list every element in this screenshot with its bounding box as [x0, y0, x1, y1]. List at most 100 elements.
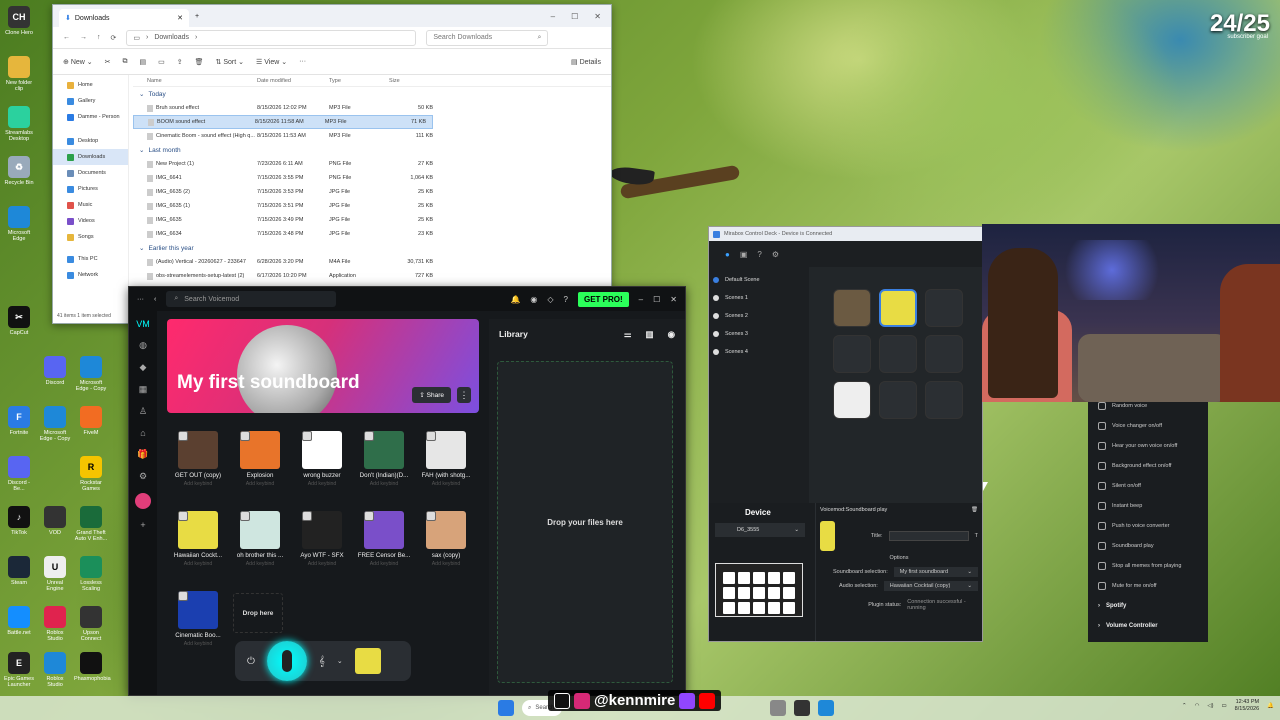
- get-pro-button[interactable]: GET PRO!: [578, 291, 629, 307]
- search-input[interactable]: Search Downloads ⌕: [426, 29, 549, 46]
- key-empty[interactable]: [879, 335, 917, 373]
- microphone-button[interactable]: [266, 641, 307, 681]
- app-icon[interactable]: [818, 700, 834, 716]
- details-button[interactable]: ▤ Details: [571, 58, 601, 66]
- scene-item[interactable]: Scenes 4: [709, 343, 809, 361]
- app-icon[interactable]: [794, 700, 810, 716]
- title-input[interactable]: [888, 531, 969, 541]
- user-icon[interactable]: ♙: [139, 406, 147, 417]
- file-row[interactable]: BOOM sound effect 8/15/2026 11:58 AM MP3 F…: [133, 115, 433, 129]
- edit-badge-icon[interactable]: [426, 511, 436, 521]
- app-icon[interactable]: [770, 700, 786, 716]
- file-row[interactable]: Cinematic Boom - sound effect (High q...…: [133, 129, 611, 143]
- column-size[interactable]: Size: [389, 78, 439, 84]
- up-icon[interactable]: ↑: [97, 34, 101, 41]
- hear-myself-icon[interactable]: 𝄞: [319, 656, 325, 667]
- plugin-category[interactable]: › Spotify: [1088, 596, 1208, 616]
- plugin-action-item[interactable]: Hear your own voice on/off: [1088, 436, 1208, 456]
- new-tab-button[interactable]: +: [195, 13, 199, 20]
- start-icon[interactable]: [498, 700, 514, 716]
- plugin-action-item[interactable]: Push to voice converter: [1088, 516, 1208, 536]
- edit-badge-icon[interactable]: [178, 591, 188, 601]
- file-row[interactable]: IMG_6635 (2) 7/15/2026 3:53 PM JPG File 25 …: [133, 185, 611, 199]
- key-empty[interactable]: [879, 381, 917, 419]
- settings-icon[interactable]: ⚙: [139, 471, 147, 482]
- desktop-icon[interactable]: CH Clone Hero: [2, 6, 36, 36]
- forward-icon[interactable]: →: [80, 34, 87, 41]
- sidebar-item-pictures[interactable]: Pictures: [53, 181, 128, 197]
- sidebar-item-this-pc[interactable]: This PC: [53, 251, 128, 267]
- cut-icon[interactable]: ✂: [105, 58, 111, 66]
- sound-pad[interactable]: oh brother this ... Add keybind: [231, 511, 289, 567]
- scene-item[interactable]: Default Scene: [709, 271, 809, 289]
- record-icon[interactable]: ◉: [668, 329, 675, 340]
- key-hawaiian-cocktail[interactable]: [879, 289, 917, 327]
- back-icon[interactable]: ←: [63, 34, 70, 41]
- add-keybind-link[interactable]: Add keybind: [169, 561, 227, 567]
- edit-badge-icon[interactable]: [302, 511, 312, 521]
- book-icon[interactable]: ▥: [646, 329, 654, 340]
- column-name[interactable]: Name: [133, 78, 257, 84]
- sidebar-item-desktop[interactable]: Desktop: [53, 133, 128, 149]
- gem-icon[interactable]: ◇: [547, 295, 553, 304]
- column-type[interactable]: Type: [329, 78, 389, 84]
- sidebar-item-network[interactable]: Network: [53, 267, 128, 283]
- scene-item[interactable]: Scenes 1: [709, 289, 809, 307]
- gift-icon[interactable]: 🎁: [137, 449, 148, 460]
- delete-icon[interactable]: 🗑: [195, 58, 204, 66]
- more-options-button[interactable]: ⋮: [457, 387, 471, 403]
- sound-pad[interactable]: Hawaiian Cockt... Add keybind: [169, 511, 227, 567]
- sidebar-item-documents[interactable]: Documents: [53, 165, 128, 181]
- scene-item[interactable]: Scenes 2: [709, 307, 809, 325]
- sound-pad[interactable]: Ayo WTF - SFX Add keybind: [293, 511, 351, 567]
- back-icon[interactable]: ‹: [154, 296, 156, 303]
- notification-icon[interactable]: 🔔: [1267, 703, 1274, 709]
- desktop-icon[interactable]: New folder clip: [2, 56, 36, 92]
- desktop-icon[interactable]: Steam: [2, 556, 36, 586]
- key-empty[interactable]: [925, 335, 963, 373]
- bell-icon[interactable]: 🔔: [510, 295, 520, 304]
- drop-here-slot[interactable]: Drop here: [233, 593, 283, 633]
- desktop-icon[interactable]: Discord - Be...: [2, 456, 36, 492]
- desktop-icon[interactable]: U Unreal Engine: [38, 556, 72, 592]
- add-keybind-link[interactable]: Add keybind: [355, 481, 413, 487]
- edit-badge-icon[interactable]: [178, 511, 188, 521]
- layers-icon[interactable]: ▣: [740, 250, 748, 259]
- plugin-action-item[interactable]: Background effect on/off: [1088, 456, 1208, 476]
- chevron-down-icon[interactable]: ⌄: [337, 657, 343, 665]
- filter-icon[interactable]: ⚌: [624, 329, 632, 340]
- sound-pad[interactable]: wrong buzzer Add keybind: [293, 431, 351, 487]
- sound-pad[interactable]: Cinematic Boo... Add keybind: [169, 591, 227, 647]
- file-row[interactable]: IMG_6635 (1) 7/15/2026 3:51 PM JPG File 25 …: [133, 199, 611, 213]
- edit-badge-icon[interactable]: [364, 431, 374, 441]
- key-empty[interactable]: [925, 381, 963, 419]
- sidebar-item-videos[interactable]: Videos: [53, 213, 128, 229]
- trash-icon[interactable]: 🗑: [971, 507, 978, 513]
- desktop-icon[interactable]: Roblox Studio: [38, 652, 72, 688]
- minimize-button[interactable]: –: [639, 295, 643, 304]
- add-keybind-link[interactable]: Add keybind: [293, 561, 351, 567]
- key-empty[interactable]: [833, 335, 871, 373]
- sound-pad[interactable]: sax (copy) Add keybind: [417, 511, 475, 567]
- more-icon[interactable]: ···: [137, 296, 144, 303]
- rename-icon[interactable]: ▭: [158, 58, 165, 66]
- file-group-header[interactable]: ⌄ Earlier this year: [133, 241, 611, 255]
- add-keybind-link[interactable]: Add keybind: [231, 561, 289, 567]
- home-icon[interactable]: ●: [725, 250, 730, 259]
- desktop-icon[interactable]: Discord: [38, 356, 72, 386]
- avatar[interactable]: [135, 493, 151, 509]
- sidebar-item-songs[interactable]: Songs: [53, 229, 128, 245]
- sidebar-item-downloads[interactable]: Downloads: [53, 149, 128, 165]
- add-keybind-link[interactable]: Add keybind: [169, 481, 227, 487]
- add-keybind-link[interactable]: Add keybind: [417, 481, 475, 487]
- voice-changer-icon[interactable]: ◍: [139, 340, 147, 351]
- plugin-action-item[interactable]: Instant beep: [1088, 496, 1208, 516]
- edit-badge-icon[interactable]: [364, 511, 374, 521]
- view-button[interactable]: ☰ View ⌄: [256, 58, 287, 66]
- sound-pad[interactable]: Explosion Add keybind: [231, 431, 289, 487]
- more-button[interactable]: ···: [299, 58, 306, 65]
- plugin-category[interactable]: › Volume Controller: [1088, 616, 1208, 636]
- column-date[interactable]: Date modified: [257, 78, 329, 84]
- breadcrumb[interactable]: ▭ › Downloads ›: [126, 29, 417, 46]
- desktop-icon[interactable]: Upson Connect: [74, 606, 108, 642]
